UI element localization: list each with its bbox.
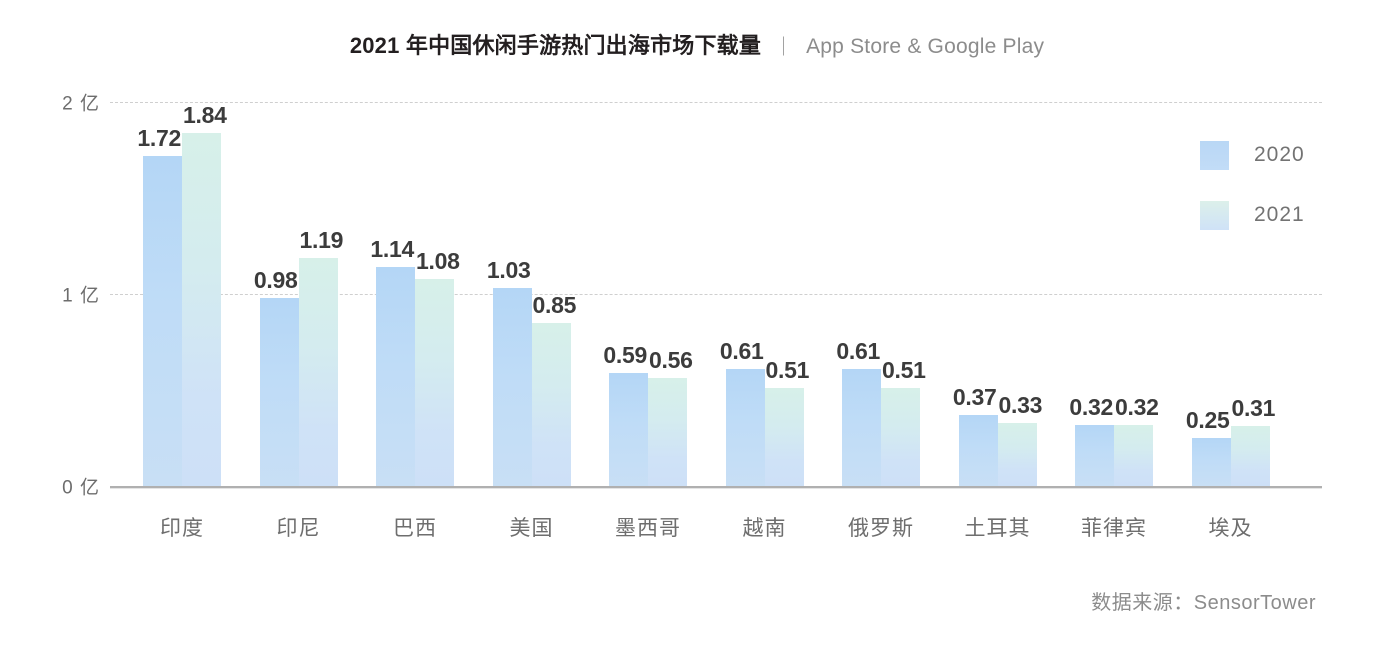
bar-2020-土耳其[interactable] (958, 414, 998, 486)
bar-value-label-2021-巴西: 1.08 (416, 247, 460, 274)
bar-2021-美国[interactable] (531, 322, 571, 486)
bar-2020-墨西哥[interactable] (609, 372, 648, 486)
bar-2021-土耳其[interactable] (997, 422, 1037, 486)
bar-2020-美国[interactable] (492, 288, 532, 486)
bar-2020-印度[interactable] (143, 155, 182, 486)
bar-2021-巴西[interactable] (415, 278, 454, 486)
bar-value-label-2020-俄罗斯: 0.61 (836, 337, 880, 364)
bar-2020-印尼[interactable] (259, 297, 299, 486)
x-axis-label-印尼: 印尼 (276, 517, 321, 540)
x-axis-label-印度: 印度 (160, 517, 204, 540)
x-axis-label-越南: 越南 (742, 517, 787, 540)
bar-value-label-2021-俄罗斯: 0.51 (882, 357, 926, 384)
x-axis-label-埃及: 埃及 (1208, 517, 1253, 540)
bar-2020-巴西[interactable] (376, 267, 415, 486)
bar-value-label-2020-土耳其: 0.37 (952, 383, 997, 410)
bar-2021-俄罗斯[interactable] (881, 388, 920, 486)
bar-value-label-2021-菲律宾: 0.32 (1115, 393, 1159, 420)
bar-2020-俄罗斯[interactable] (842, 368, 881, 486)
bar-value-label-2020-巴西: 1.14 (370, 236, 414, 263)
bar-value-label-2021-墨西哥: 0.56 (649, 347, 693, 374)
x-axis-label-美国: 美国 (509, 517, 554, 540)
bar-2020-菲律宾[interactable] (1075, 424, 1114, 486)
x-axis-line (110, 486, 1322, 488)
y-axis-tick-label: 1 亿 (62, 285, 100, 307)
legend-item-2021[interactable]: 2021 (1200, 200, 1305, 230)
bar-value-label-2021-印尼: 1.19 (299, 226, 344, 253)
legend-swatch-icon-2021 (1200, 200, 1229, 230)
bar-2020-越南[interactable] (725, 368, 765, 486)
bar-2021-菲律宾[interactable] (1114, 424, 1153, 486)
bar-value-label-2020-埃及: 0.25 (1185, 407, 1230, 433)
bar-2020-埃及[interactable] (1191, 438, 1231, 486)
bar-2021-印尼[interactable] (298, 257, 338, 486)
bar-value-label-2020-菲律宾: 0.32 (1069, 393, 1113, 420)
bar-2021-墨西哥[interactable] (648, 378, 687, 486)
gridline-2 (110, 102, 1322, 103)
bar-value-label-2021-土耳其: 0.33 (998, 391, 1043, 418)
bar-2021-印度[interactable] (182, 132, 221, 486)
legend-item-2020[interactable]: 2020 (1200, 140, 1305, 170)
bar-value-label-2021-印度: 1.84 (183, 101, 227, 128)
x-axis-label-巴西: 巴西 (393, 517, 437, 540)
x-axis-label-俄罗斯: 俄罗斯 (848, 517, 914, 540)
bar-2021-越南[interactable] (764, 388, 804, 486)
bar-value-label-2020-印尼: 0.98 (253, 266, 298, 293)
chart-legend: 2020 2021 (1200, 140, 1305, 260)
x-axis-label-菲律宾: 菲律宾 (1081, 517, 1147, 540)
data-source-note: 数据来源：SensorTower (1091, 592, 1316, 614)
legend-swatch-icon-2020 (1200, 140, 1229, 170)
y-axis-tick-label: 2 亿 (62, 93, 100, 115)
y-axis-tick-label: 0 亿 (62, 477, 100, 499)
bar-value-label-2021-美国: 0.85 (532, 291, 577, 318)
chart-root: 2021 年中国休闲手游热门出海市场下载量 ｜ App Store & Goog… (0, 0, 1394, 648)
bar-value-label-2021-越南: 0.51 (765, 357, 810, 384)
bar-value-label-2021-埃及: 0.31 (1231, 395, 1276, 422)
bar-value-label-2020-美国: 1.03 (486, 257, 531, 284)
x-axis-label-土耳其: 土耳其 (964, 517, 1031, 540)
bar-value-label-2020-墨西哥: 0.59 (603, 341, 647, 368)
bar-value-label-2020-越南: 0.61 (719, 337, 764, 364)
bar-value-label-2020-印度: 1.72 (137, 124, 181, 151)
bar-2021-埃及[interactable] (1230, 426, 1270, 486)
legend-label-2020: 2020 (1254, 143, 1305, 166)
legend-label-2021: 2021 (1254, 203, 1305, 226)
gridline-1 (110, 294, 1322, 295)
plot-area: 0 亿 1 亿 2 亿 1.72 1.84 印度 0.98 1.19 印尼 1.14 1.08 巴西 1… (0, 0, 1394, 648)
x-axis-label-墨西哥: 墨西哥 (615, 517, 681, 540)
